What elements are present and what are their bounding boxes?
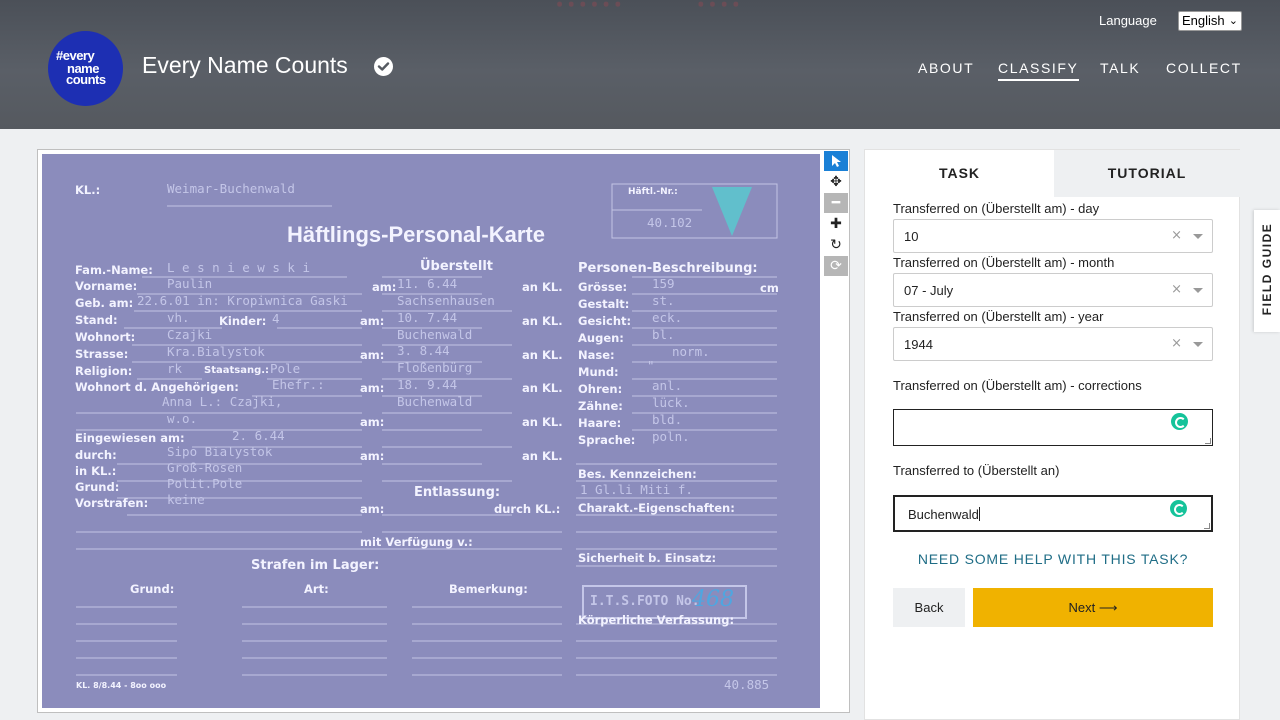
pointer-icon[interactable] xyxy=(824,151,848,171)
language-select[interactable]: English ⌄ xyxy=(1178,11,1242,31)
grammarly-icon[interactable] xyxy=(1170,500,1187,517)
resize-handle[interactable] xyxy=(1204,523,1210,529)
image-toolbar: ✥ ━ ✚ ↻ ⟳ xyxy=(824,151,848,277)
clear-icon[interactable]: × xyxy=(1171,282,1182,297)
subject-controls xyxy=(40,712,800,720)
tab-task[interactable]: TASK xyxy=(865,150,1054,197)
field-month-label: Transferred on (Überstellt am) - month xyxy=(893,255,1115,270)
transferred-to-label: Transferred to (Überstellt an) xyxy=(893,463,1060,478)
reset-icon[interactable]: ⟳ xyxy=(824,256,848,276)
zoom-in-icon[interactable]: ✚ xyxy=(824,214,848,234)
field-year-select[interactable]: 1944 × xyxy=(893,327,1213,361)
nav-classify[interactable]: CLASSIFY xyxy=(998,60,1079,81)
next-button[interactable]: Next ⟶ xyxy=(973,588,1213,627)
field-month-select[interactable]: 07 - July × xyxy=(893,273,1213,307)
clear-icon[interactable]: × xyxy=(1171,336,1182,351)
header-background-image: ꞏꞏꞏꞏꞏꞏ ꞏꞏꞏꞏ xyxy=(460,0,744,21)
corrections-textarea[interactable] xyxy=(893,409,1213,446)
field-guide-tab[interactable]: FIELD GUIDE xyxy=(1254,210,1280,332)
card-title: Häftlings-Personal-Karte xyxy=(287,222,545,247)
move-icon[interactable]: ✥ xyxy=(824,172,848,192)
caret-down-icon[interactable] xyxy=(1193,234,1203,239)
grammarly-icon[interactable] xyxy=(1171,413,1188,430)
nav-talk[interactable]: TALK xyxy=(1100,60,1140,76)
field-year-label: Transferred on (Überstellt am) - year xyxy=(893,309,1104,324)
resize-handle[interactable] xyxy=(1205,438,1211,444)
language-label: Language xyxy=(1099,13,1157,28)
subject-viewer[interactable]: KL.: Weimar-Buchenwald Häftl.-Nr.: 40.10… xyxy=(37,149,850,713)
zoom-out-icon[interactable]: ━ xyxy=(824,193,848,213)
site-title[interactable]: Every Name Counts xyxy=(142,52,348,79)
help-link[interactable]: NEED SOME HELP WITH THIS TASK? xyxy=(865,551,1241,567)
site-header: ꞏꞏꞏꞏꞏꞏ ꞏꞏꞏꞏ #every name counts Every Nam… xyxy=(0,0,1280,129)
task-panel: TASK TUTORIAL Transferred on (Überstellt… xyxy=(864,149,1240,720)
verified-badge-icon xyxy=(374,57,393,76)
clear-icon[interactable]: × xyxy=(1171,228,1182,243)
caret-down-icon[interactable] xyxy=(1193,288,1203,293)
corrections-label: Transferred on (Überstellt am) - correct… xyxy=(893,378,1142,393)
caret-down-icon[interactable] xyxy=(1193,342,1203,347)
transferred-to-textarea[interactable]: Buchenwald xyxy=(893,495,1213,532)
back-button[interactable]: Back xyxy=(893,588,965,627)
tab-tutorial[interactable]: TUTORIAL xyxy=(1054,150,1240,197)
nav-about[interactable]: ABOUT xyxy=(918,60,974,76)
chevron-down-icon: ⌄ xyxy=(1228,15,1238,27)
field-day-label: Transferred on (Überstellt am) - day xyxy=(893,201,1100,216)
every-name-counts-logo[interactable]: #every name counts xyxy=(48,31,123,106)
subject-image[interactable]: KL.: Weimar-Buchenwald Häftl.-Nr.: 40.10… xyxy=(42,154,820,708)
rotate-icon[interactable]: ↻ xyxy=(824,235,848,255)
text-cursor xyxy=(978,507,980,521)
nav-collect[interactable]: COLLECT xyxy=(1166,60,1242,76)
field-day-select[interactable]: 10 × xyxy=(893,219,1213,253)
